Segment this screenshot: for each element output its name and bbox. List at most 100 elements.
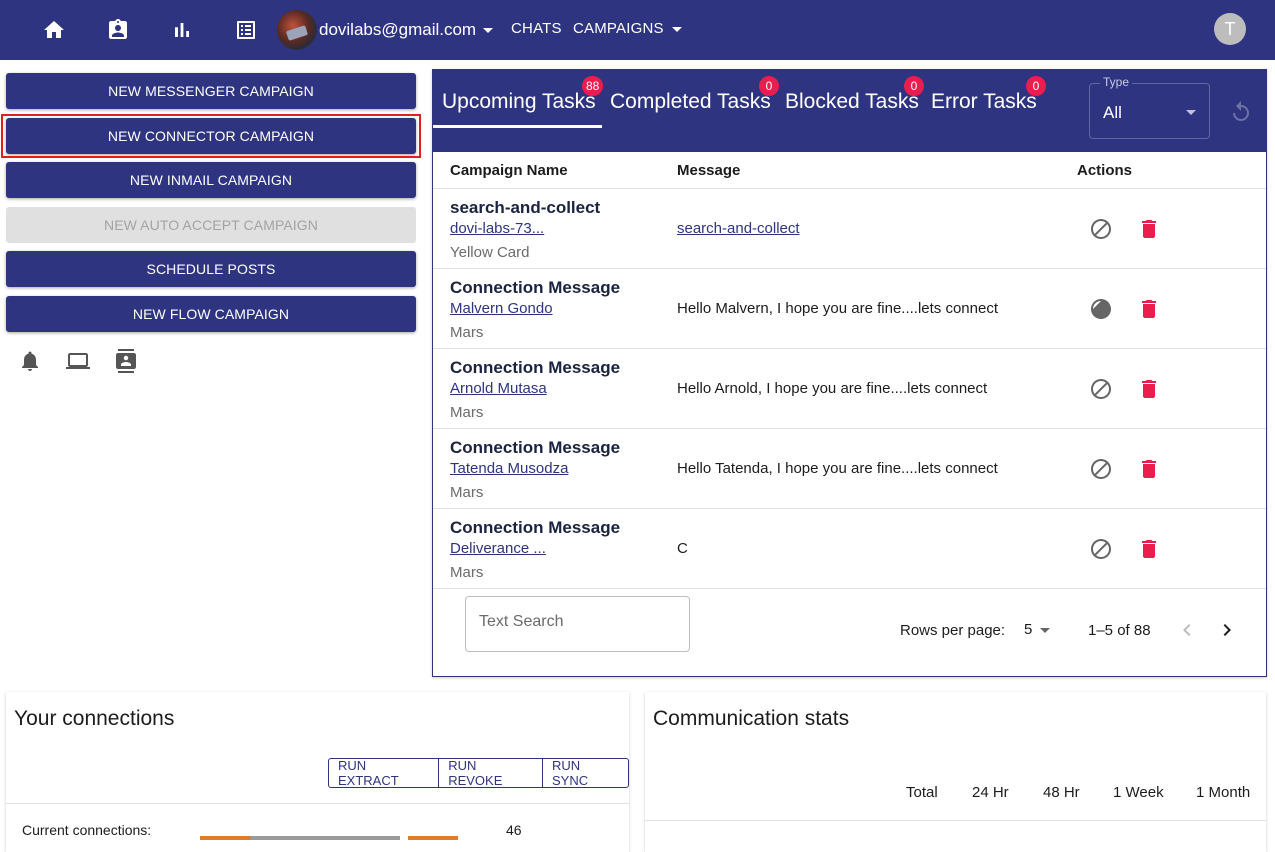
message-link[interactable]: search-and-collect <box>677 220 800 237</box>
delete-icon[interactable] <box>1137 217 1161 241</box>
type-filter-select[interactable]: Type All <box>1089 75 1210 139</box>
delete-icon[interactable] <box>1137 537 1161 561</box>
connections-card: Your connections RUN EXTRACT RUN REVOKE … <box>6 692 629 852</box>
run-revoke-button[interactable]: RUN REVOKE <box>439 758 544 788</box>
current-connections-label: Current connections: <box>22 822 152 838</box>
column-header-campaign-name: Campaign Name <box>450 162 568 179</box>
profile-link[interactable]: Deliverance ... <box>450 540 546 557</box>
profile-link[interactable]: Arnold Mutasa <box>450 380 547 397</box>
stats-header-total: Total <box>906 784 938 801</box>
block-icon[interactable] <box>1089 537 1113 561</box>
laptop-icon[interactable] <box>66 349 90 373</box>
user-avatar[interactable]: T <box>1214 13 1246 45</box>
tab-blocked-tasks[interactable]: Blocked Tasks <box>785 90 919 114</box>
chevron-down-icon <box>1186 110 1196 115</box>
tasks-tab-bar: Upcoming Tasks 88 Completed Tasks 0 Bloc… <box>433 70 1266 152</box>
message-text: Hello Malvern, I hope you are fine....le… <box>677 300 999 317</box>
delete-icon[interactable] <box>1137 297 1161 321</box>
run-sync-button[interactable]: RUN SYNC <box>543 758 628 788</box>
campaign-name: Connection Message <box>450 358 621 377</box>
campaign-account: Mars <box>450 404 484 421</box>
block-icon[interactable] <box>1089 457 1113 481</box>
tab-completed-tasks[interactable]: Completed Tasks <box>610 90 771 114</box>
account-avatar <box>277 10 317 50</box>
taskbar-segment <box>408 836 458 840</box>
chevron-down-icon <box>483 27 494 33</box>
chevron-left-icon <box>1175 618 1199 642</box>
message-text: Hello Tatenda, I hope you are fine....le… <box>677 460 998 477</box>
message-text: Hello Arnold, I hope you are fine....let… <box>677 380 988 397</box>
account-email: dovilabs@gmail.com <box>319 20 477 39</box>
selection-highlight <box>1 114 421 158</box>
divider <box>645 820 1266 821</box>
profile-link[interactable]: Tatenda Musodza <box>450 460 568 477</box>
taskbar-segment <box>200 836 250 840</box>
taskbar-segment <box>250 836 400 840</box>
campaign-name: Connection Message <box>450 518 621 537</box>
upcoming-count-badge: 88 <box>582 76 604 96</box>
tab-error-tasks[interactable]: Error Tasks <box>931 90 1037 114</box>
delete-icon[interactable] <box>1137 377 1161 401</box>
chevron-down-icon[interactable] <box>1040 628 1050 633</box>
block-icon[interactable] <box>1089 297 1113 321</box>
profile-link[interactable]: dovi-labs-73... <box>450 220 544 237</box>
campaign-account: Yellow Card <box>450 244 530 261</box>
table-bottom-divider <box>433 588 1266 589</box>
campaigns-dropdown-icon[interactable] <box>672 27 682 32</box>
new-flow-campaign-button[interactable]: NEW FLOW CAMPAIGN <box>6 296 416 332</box>
bar-chart-icon[interactable] <box>170 18 194 42</box>
delete-icon[interactable] <box>1137 457 1161 481</box>
table-row: Connection Message Deliverance ... Mars … <box>433 508 1266 588</box>
assignment-ind-icon[interactable] <box>106 18 130 42</box>
current-connections-value: 46 <box>506 822 522 838</box>
nav-campaigns[interactable]: CAMPAIGNS <box>573 20 664 37</box>
stats-header-24hr: 24 Hr <box>972 784 1009 801</box>
refresh-icon[interactable] <box>1229 100 1253 124</box>
rows-per-page-select[interactable]: 5 <box>1024 621 1032 638</box>
table-row: Connection Message Tatenda Musodza Mars … <box>433 428 1266 508</box>
tab-upcoming-tasks[interactable]: Upcoming Tasks <box>442 90 596 114</box>
stats-header-1month: 1 Month <box>1196 784 1251 801</box>
list-alt-icon[interactable] <box>234 18 258 42</box>
connections-title: Your connections <box>14 707 175 730</box>
block-icon[interactable] <box>1089 217 1113 241</box>
communication-stats-card: Communication stats Total 24 Hr 48 Hr 1 … <box>645 692 1266 852</box>
notifications-icon[interactable] <box>18 349 42 373</box>
rows-per-page-label: Rows per page: <box>900 622 1006 639</box>
table-row: Connection Message Malvern Gondo Mars He… <box>433 268 1266 348</box>
active-tab-indicator <box>433 125 602 128</box>
block-icon[interactable] <box>1089 377 1113 401</box>
tasks-panel: Upcoming Tasks 88 Completed Tasks 0 Bloc… <box>432 69 1267 677</box>
contacts-icon[interactable] <box>114 349 138 373</box>
run-extract-button[interactable]: RUN EXTRACT <box>329 758 440 788</box>
text-search-input[interactable] <box>479 613 679 631</box>
campaign-account: Mars <box>450 564 484 581</box>
table-row: Connection Message Arnold Mutasa Mars He… <box>433 348 1266 428</box>
schedule-posts-button[interactable]: SCHEDULE POSTS <box>6 251 416 287</box>
divider <box>6 803 629 804</box>
campaign-account: Mars <box>450 324 484 341</box>
type-filter-label: Type <box>1100 75 1133 89</box>
pagination-range: 1–5 of 88 <box>1088 622 1151 639</box>
account-menu[interactable]: dovilabs@gmail.com <box>277 8 494 52</box>
new-auto-accept-campaign-button: NEW AUTO ACCEPT CAMPAIGN <box>6 207 416 243</box>
new-messenger-campaign-button[interactable]: NEW MESSENGER CAMPAIGN <box>6 73 416 109</box>
new-inmail-campaign-button[interactable]: NEW INMAIL CAMPAIGN <box>6 162 416 198</box>
column-header-actions: Actions <box>1077 162 1133 179</box>
chevron-right-icon[interactable] <box>1215 618 1239 642</box>
completed-count-badge: 0 <box>759 76 779 96</box>
campaign-name: Connection Message <box>450 438 621 457</box>
communication-stats-title: Communication stats <box>653 707 850 730</box>
home-icon[interactable] <box>42 18 66 42</box>
table-row: search-and-collect dovi-labs-73... Yello… <box>433 188 1266 268</box>
run-button-group: RUN EXTRACT RUN REVOKE RUN SYNC <box>328 758 629 788</box>
campaign-name: search-and-collect <box>450 198 601 217</box>
blocked-count-badge: 0 <box>904 76 924 96</box>
text-search-field[interactable] <box>465 596 690 652</box>
message-text: C <box>677 540 688 557</box>
column-header-message: Message <box>677 162 741 179</box>
nav-chats[interactable]: CHATS <box>511 20 562 37</box>
top-app-bar: dovilabs@gmail.com CHATS CAMPAIGNS T <box>0 0 1275 60</box>
campaign-account: Mars <box>450 484 484 501</box>
profile-link[interactable]: Malvern Gondo <box>450 300 553 317</box>
